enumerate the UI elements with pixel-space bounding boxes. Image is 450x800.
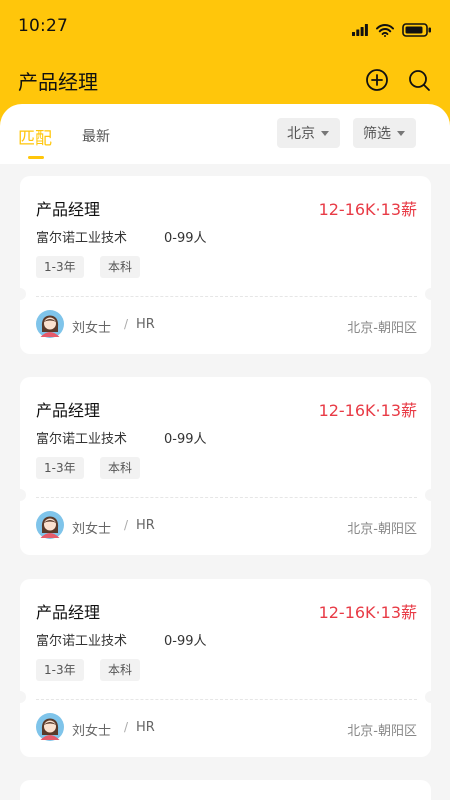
job-title: 产品经理 [36, 200, 101, 219]
wifi-icon [376, 23, 394, 37]
job-location: 北京-朝阳区 [347, 724, 417, 739]
city-filter-label: 北京 [287, 126, 315, 142]
recruiter-name: 刘女士 [72, 321, 112, 336]
battery-icon [402, 23, 431, 37]
filter-dropdown[interactable]: 筛选 [353, 118, 416, 148]
divider [36, 497, 417, 498]
job-salary: 12-16K·13薪 [318, 401, 417, 420]
job-card[interactable]: 产品经理 12-16K·13薪 富尔诺工业技术 0-99人 1-3年 本科 刘女… [20, 579, 431, 757]
job-location: 北京-朝阳区 [347, 522, 417, 537]
job-location: 北京-朝阳区 [347, 321, 417, 336]
card-notch [20, 489, 26, 501]
job-title: 产品经理 [36, 603, 101, 622]
avatar [36, 511, 64, 539]
plus-circle-icon [366, 69, 388, 91]
separator: / [124, 720, 129, 734]
company-name: 富尔诺工业技术 [36, 231, 128, 246]
city-filter-dropdown[interactable]: 北京 [277, 118, 340, 148]
job-salary: 12-16K·13薪 [318, 603, 417, 622]
separator: / [124, 518, 129, 532]
divider [36, 699, 417, 700]
education-tag: 本科 [100, 659, 141, 681]
card-notch [20, 288, 26, 300]
recruiter-name: 刘女士 [72, 724, 112, 739]
separator: / [124, 317, 129, 331]
company-size: 0-99人 [164, 432, 207, 447]
avatar [36, 713, 64, 741]
card-notch [425, 691, 431, 703]
experience-tag: 1-3年 [36, 457, 84, 479]
tab-indicator [28, 156, 44, 159]
caret-down-icon [321, 130, 329, 136]
company-name: 富尔诺工业技术 [36, 432, 128, 447]
job-list: 产品经理 12-16K·13薪 富尔诺工业技术 0-99人 1-3年 本科 刘女… [0, 164, 450, 800]
job-card[interactable] [20, 780, 431, 800]
filter-label: 筛选 [363, 126, 391, 142]
app: 10:27 产品经理 匹配 最新 北京 筛选 产品经理 12-16K·13薪 富… [0, 0, 450, 800]
status-icons [352, 22, 432, 38]
experience-tag: 1-3年 [36, 256, 84, 278]
recruiter-name: 刘女士 [72, 522, 112, 537]
avatar [36, 310, 64, 338]
divider [36, 296, 417, 297]
page-title: 产品经理 [18, 70, 98, 94]
card-notch [425, 288, 431, 300]
tab-latest[interactable]: 最新 [82, 126, 110, 146]
company-size: 0-99人 [164, 634, 207, 649]
search-button[interactable] [406, 67, 432, 93]
education-tag: 本科 [100, 457, 141, 479]
company-name: 富尔诺工业技术 [36, 634, 128, 649]
company-size: 0-99人 [164, 231, 207, 246]
add-button[interactable] [364, 67, 390, 93]
search-icon [409, 70, 430, 91]
job-card[interactable]: 产品经理 12-16K·13薪 富尔诺工业技术 0-99人 1-3年 本科 刘女… [20, 377, 431, 555]
recruiter-role: HR [136, 518, 155, 533]
tab-bar: 匹配 最新 北京 筛选 [0, 104, 450, 164]
title-row: 产品经理 [0, 58, 450, 102]
job-title: 产品经理 [36, 401, 101, 420]
education-tag: 本科 [100, 256, 141, 278]
tab-match[interactable]: 匹配 [18, 124, 52, 149]
recruiter-role: HR [136, 317, 155, 332]
job-card[interactable]: 产品经理 12-16K·13薪 富尔诺工业技术 0-99人 1-3年 本科 刘女… [20, 176, 431, 354]
status-time: 10:27 [18, 16, 68, 36]
card-notch [425, 489, 431, 501]
caret-down-icon [397, 130, 405, 136]
signal-icon [352, 24, 368, 36]
card-notch [20, 691, 26, 703]
job-salary: 12-16K·13薪 [318, 200, 417, 219]
recruiter-role: HR [136, 720, 155, 735]
status-bar: 10:27 [0, 0, 450, 50]
experience-tag: 1-3年 [36, 659, 84, 681]
